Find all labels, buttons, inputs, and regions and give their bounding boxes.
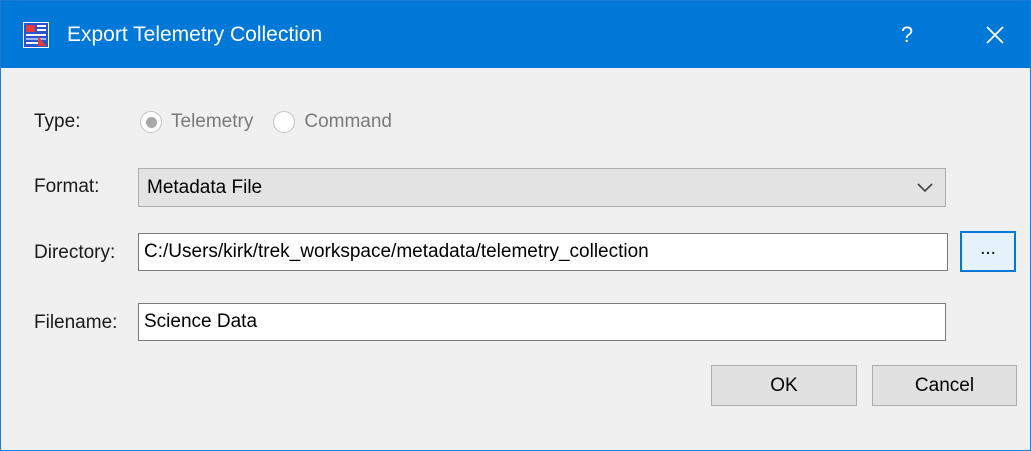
format-label: Format: (34, 176, 100, 197)
format-selected-value: Metadata File (147, 177, 263, 198)
radio-command-label: Command (304, 111, 393, 132)
window-title: Export Telemetry Collection (67, 23, 323, 46)
radio-command-indicator[interactable] (273, 111, 296, 133)
directory-field[interactable] (138, 233, 948, 271)
ok-button[interactable]: OK (711, 365, 857, 406)
radio-telemetry-indicator[interactable] (140, 111, 162, 133)
filename-label: Filename: (34, 312, 118, 333)
type-radio-group: Telemetry Command (140, 108, 412, 136)
radio-selected-dot (145, 116, 157, 128)
directory-input[interactable] (139, 234, 947, 270)
cancel-button[interactable]: Cancel (872, 365, 1017, 406)
filename-input[interactable] (139, 304, 945, 340)
radio-telemetry[interactable]: Telemetry (140, 111, 253, 133)
help-button[interactable]: ? (883, 12, 931, 58)
format-dropdown[interactable]: Metadata File (138, 168, 946, 207)
export-dialog: Export Telemetry Collection ? Type: Tele… (0, 0, 1031, 451)
close-icon (986, 26, 1004, 44)
app-data-icon (23, 22, 49, 48)
radio-command[interactable]: Command (273, 111, 392, 133)
radio-telemetry-label: Telemetry (171, 111, 254, 132)
close-button[interactable] (971, 12, 1019, 58)
filename-field[interactable] (138, 303, 946, 341)
directory-label: Directory: (34, 242, 116, 263)
browse-directory-button[interactable]: ... (960, 231, 1016, 272)
chevron-down-icon (917, 183, 933, 193)
type-label: Type: (34, 111, 81, 132)
title-bar[interactable]: Export Telemetry Collection ? (1, 1, 1030, 68)
